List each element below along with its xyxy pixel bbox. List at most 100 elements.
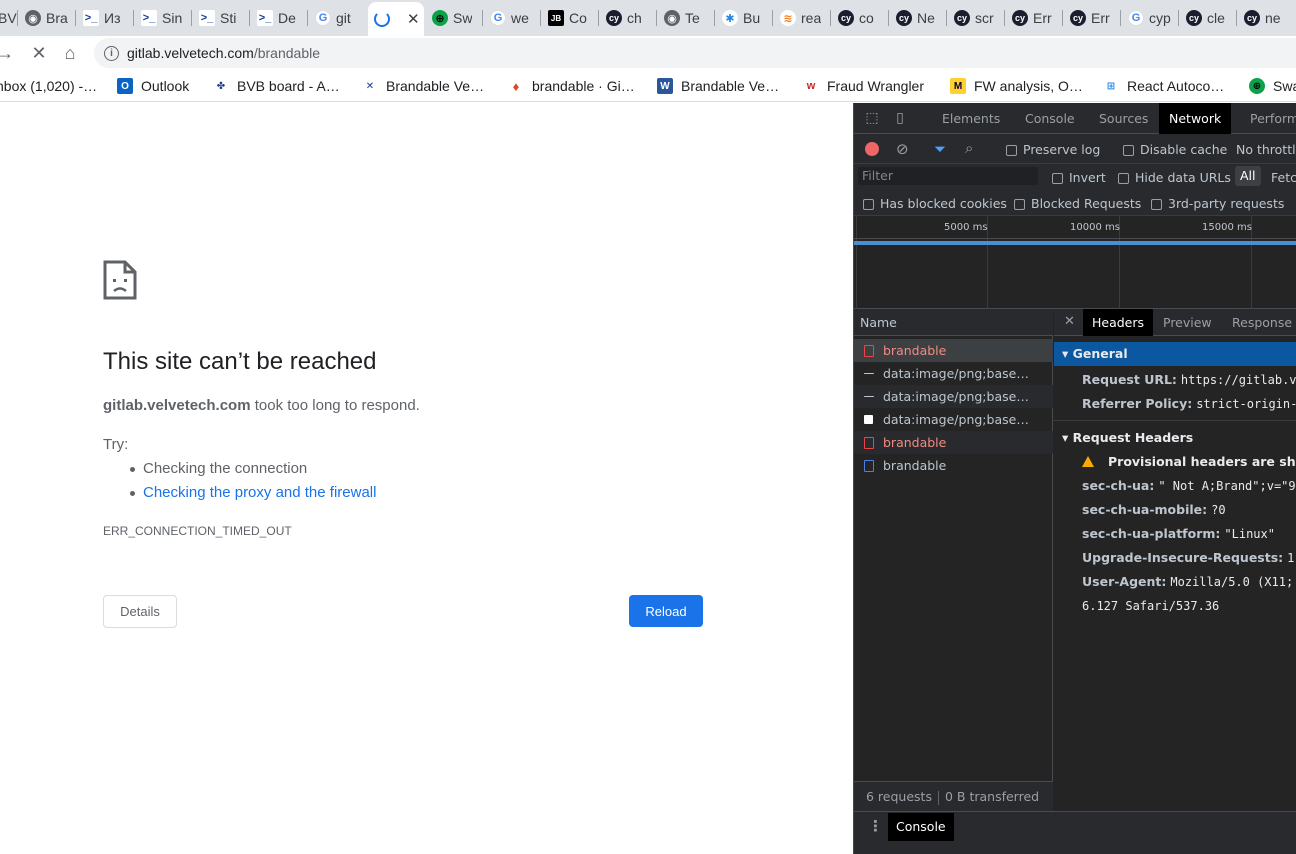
close-icon[interactable]: ✕ (407, 10, 420, 28)
checkbox[interactable] (863, 199, 874, 210)
address-bar[interactable]: i gitlab.velvetech.com/brandable (94, 38, 1296, 68)
checkbox[interactable] (1052, 173, 1063, 184)
info-icon[interactable]: i (104, 45, 119, 61)
home-icon[interactable]: ⌂ (57, 40, 83, 66)
tab[interactable]: BV (0, 3, 18, 33)
bookmark-label: Outlook (141, 78, 190, 94)
inspect-icon[interactable]: ⬚ (864, 110, 880, 126)
network-timeline[interactable]: 5000 ms 10000 ms 15000 ms (854, 216, 1296, 309)
tab[interactable]: Gwe (484, 3, 541, 33)
tab-separator (307, 10, 308, 26)
tab-active[interactable]: ✕ (368, 2, 424, 36)
tab-response[interactable]: Response (1223, 309, 1296, 336)
blocked-cookies-checkbox[interactable]: Has blocked cookies (863, 196, 1007, 211)
bvb-icon: ✤ (216, 80, 226, 92)
tab[interactable]: cy ne (1238, 3, 1296, 33)
stop-icon[interactable]: ✕ (26, 40, 52, 66)
filter-input[interactable]: Filter (858, 167, 1038, 185)
checkbox[interactable] (1151, 199, 1162, 210)
bookmark-item[interactable]: ♦ brandable · Gi… (508, 76, 635, 96)
tab[interactable]: cy Err (1006, 3, 1063, 33)
tab[interactable]: ≋ rea (774, 3, 831, 33)
cypress-icon: cy (606, 10, 622, 26)
tab[interactable]: cy ch (600, 3, 657, 33)
more-options-icon[interactable]: ⋮ (868, 819, 883, 834)
disable-cache-checkbox[interactable]: Disable cache (1123, 142, 1227, 157)
search-icon[interactable]: ⌕ (965, 139, 973, 157)
header-row: sec-ch-ua-mobile: ?0 (1082, 502, 1226, 517)
tab-network[interactable]: Network (1159, 103, 1232, 134)
request-headers-section-header[interactable]: ▾ Request Headers (1054, 426, 1296, 450)
checkbox[interactable] (1006, 145, 1017, 156)
bookmark-item[interactable]: ✤ BVB board - A… (213, 76, 340, 96)
name-column-header[interactable]: Name (854, 309, 1053, 336)
record-icon[interactable] (865, 142, 879, 156)
hide-data-urls-checkbox[interactable]: Hide data URLs (1118, 170, 1231, 185)
tab[interactable]: Gcyp (1122, 3, 1179, 33)
jetbrains-icon: JB (548, 10, 564, 26)
third-party-checkbox[interactable]: 3rd-party requests (1151, 196, 1284, 211)
tab[interactable]: ◉ Bra (19, 3, 76, 33)
request-row[interactable]: brandable (854, 454, 1053, 477)
filter-fetch[interactable]: Fetc (1271, 170, 1296, 185)
bookmark-item[interactable]: w Fraud Wrangler (803, 76, 924, 96)
checkbox[interactable] (1118, 173, 1129, 184)
close-icon[interactable]: ✕ (1064, 314, 1075, 329)
bookmark-item[interactable]: nbox (1,020) -… (0, 76, 97, 96)
bookmark-item[interactable]: M FW analysis, O… (950, 76, 1083, 96)
tab-separator (540, 10, 541, 26)
tab[interactable]: ✱ Bu (716, 3, 773, 33)
bookmark-item[interactable]: ⊕ Swa (1249, 76, 1296, 96)
bookmark-item[interactable]: ⊞ React Autoco… (1103, 76, 1224, 96)
reload-button[interactable]: Reload (629, 595, 703, 627)
clear-icon[interactable]: ⊘ (896, 140, 909, 158)
tab[interactable]: JB Co (542, 3, 599, 33)
tab[interactable]: cy Ne (890, 3, 947, 33)
request-row[interactable]: brandable (854, 339, 1053, 362)
request-row[interactable]: data:image/png;base… (854, 385, 1053, 408)
preserve-log-checkbox[interactable]: Preserve log (1006, 142, 1100, 157)
bookmark-item[interactable]: W Brandable Ve… (657, 76, 779, 96)
filter-all-pill[interactable]: All (1235, 166, 1261, 186)
image-icon (864, 415, 873, 424)
tab-label: De (278, 10, 296, 26)
tab[interactable]: >_ De (251, 3, 308, 33)
tab-label: Sw (453, 10, 473, 26)
tab[interactable]: Ggit (309, 3, 366, 33)
invert-checkbox[interactable]: Invert (1052, 170, 1106, 185)
forward-icon[interactable]: → (0, 40, 18, 66)
bookmark-item[interactable]: ✕ Brandable Ve… (362, 76, 484, 96)
suggestion-proxy-link[interactable]: Checking the proxy and the firewall (129, 484, 376, 501)
tab[interactable]: ◉ Te (658, 3, 715, 33)
tab-console-drawer[interactable]: Console (888, 813, 954, 841)
tab-console[interactable]: Console (1015, 103, 1085, 134)
checkbox-label: Invert (1069, 170, 1106, 185)
device-toggle-icon[interactable]: ▯ (892, 110, 908, 126)
filter-icon[interactable]: ⏷ (934, 140, 946, 158)
tab[interactable]: >_ Sti (193, 3, 250, 33)
general-section-header[interactable]: ▾ General (1054, 342, 1296, 366)
checkbox[interactable] (1123, 145, 1134, 156)
tab[interactable]: cy Err (1064, 3, 1121, 33)
throttling-select[interactable]: No throttl (1236, 142, 1296, 157)
tab-performance[interactable]: Perform (1240, 103, 1296, 134)
tab[interactable]: cy co (832, 3, 889, 33)
tab[interactable]: cy scr (948, 3, 1005, 33)
tab-headers[interactable]: Headers (1083, 309, 1154, 336)
request-row[interactable]: data:image/png;base… (854, 408, 1053, 431)
request-row[interactable]: brandable (854, 431, 1053, 454)
tab[interactable]: >_ Sin (135, 3, 192, 33)
tab-elements[interactable]: Elements (932, 103, 1010, 134)
tab[interactable]: >_ Из (77, 3, 134, 33)
blocked-requests-checkbox[interactable]: Blocked Requests (1014, 196, 1141, 211)
tab-sources[interactable]: Sources (1089, 103, 1158, 134)
details-button[interactable]: Details (103, 595, 177, 628)
checkbox[interactable] (1014, 199, 1025, 210)
bookmark-item[interactable]: O Outlook (117, 76, 189, 96)
tab-preview[interactable]: Preview (1154, 309, 1221, 336)
tab[interactable]: ⊕ Sw (426, 3, 483, 33)
tab[interactable]: cy cle (1180, 3, 1237, 33)
header-value: " Not A;Brand";v="99 (1158, 479, 1296, 493)
console-drawer: ⋮ Console (854, 811, 1296, 854)
request-row[interactable]: data:image/png;base… (854, 362, 1053, 385)
